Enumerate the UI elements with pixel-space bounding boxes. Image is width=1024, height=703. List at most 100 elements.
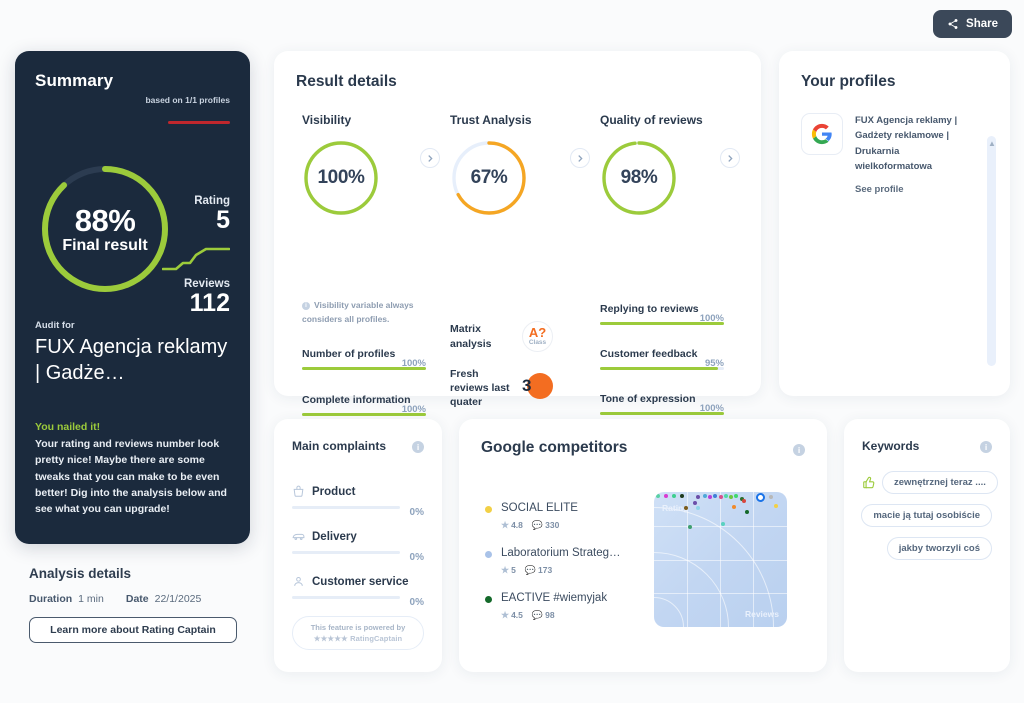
final-result-donut: 88% Final result — [37, 161, 173, 297]
summary-title: Summary — [35, 71, 114, 90]
date-value: 22/1/2025 — [154, 593, 202, 605]
competitors-info-icon[interactable]: i — [793, 444, 805, 456]
rating-value: 5 — [216, 206, 230, 234]
competitors-list: SOCIAL ELITE ★ 4.8 💬 330 Laboratorium Stra… — [485, 501, 621, 636]
nailed-title: You nailed it! — [35, 421, 101, 433]
accent-divider — [168, 121, 230, 124]
your-profiles-title: Your profiles — [801, 73, 896, 90]
date-label: Date — [125, 593, 149, 605]
comment-icon: 💬 — [524, 564, 537, 575]
bar-tone-of-expression: Tone of expression 100% — [600, 393, 724, 415]
scatter-point — [693, 500, 698, 505]
star-icon: ★ — [501, 564, 510, 575]
see-profile-link[interactable]: See profile — [855, 184, 904, 195]
quality-gauge: 98% — [600, 139, 678, 217]
scatter-point-highlight — [755, 492, 765, 502]
matrix-analysis-item: Matrix analysis A? Class — [450, 321, 553, 352]
list-item[interactable]: EACTIVE #wiemyjak ★ 4.5 💬 98 — [485, 591, 621, 621]
chevron-right-icon — [577, 154, 583, 162]
bar-customer-feedback: Customer feedback 95% — [600, 348, 724, 370]
competitor-stats: ★ 5 💬 173 — [501, 565, 621, 576]
powered-line1: This feature is powered by — [310, 622, 406, 632]
bar-pct: 100% — [401, 358, 426, 369]
metric-visibility-label: Visibility — [302, 113, 352, 127]
bar-complete-information: Complete information 100% — [302, 394, 426, 416]
scatter-point — [734, 494, 739, 499]
analysis-details-row: Duration 1 min Date 22/1/2025 — [29, 593, 237, 605]
bar-pct: 95% — [704, 358, 724, 369]
competitor-name: EACTIVE #wiemyjak — [501, 591, 608, 604]
complaint-head: Delivery — [292, 530, 424, 543]
scatter-point — [695, 506, 700, 511]
bar-pct: 100% — [699, 403, 724, 414]
scatter-point — [695, 495, 700, 500]
competitor-name: Laboratorium Strateg… — [501, 546, 621, 559]
keyword-row-3: jakby tworzyli coś — [862, 537, 992, 560]
van-icon — [292, 533, 305, 541]
complaint-customer-service: Customer service 0% — [292, 575, 424, 608]
bar-fill — [600, 367, 718, 370]
competitor-color-dot — [485, 506, 492, 513]
keyword-row-2: macie ją tutaj osobiście — [861, 504, 992, 527]
keyword-chip[interactable]: zewnętrznej teraz .... — [882, 471, 998, 494]
google-competitors-title: Google competitors — [481, 439, 628, 456]
reviews-sparkline — [162, 247, 230, 271]
keyword-chip[interactable]: macie ją tutaj osobiście — [861, 504, 992, 527]
metric-quality-label: Quality of reviews — [600, 113, 703, 127]
profile-row: FUX Agencja reklamy | Gadżety reklamowe … — [801, 113, 988, 197]
trust-gauge-value: 67% — [470, 167, 508, 188]
bar-pct: 100% — [401, 404, 426, 415]
complaint-head: Product — [292, 485, 424, 498]
share-icon — [948, 19, 958, 29]
scatter-point — [729, 495, 734, 500]
share-button[interactable]: Share — [933, 10, 1012, 38]
summary-card: Summary based on 1/1 profiles 88% Final … — [15, 51, 250, 544]
scatter-point — [707, 495, 712, 500]
thumbs-up-icon — [863, 476, 875, 488]
complaint-head: Customer service — [292, 575, 424, 588]
dashboard-page: Share Summary based on 1/1 profiles 88% … — [0, 0, 1024, 703]
scatter-point — [745, 510, 750, 515]
info-icon: i — [302, 302, 310, 310]
fresh-reviews-count: 3 — [522, 375, 532, 395]
reviews-kpi: Reviews 112 — [184, 278, 230, 316]
google-logo-icon — [811, 123, 832, 145]
learn-more-rating-captain-button[interactable]: Learn more about Rating Captain — [29, 617, 237, 643]
complaint-product: Product 0% — [292, 485, 424, 518]
competitor-rating: ★ 5 — [501, 564, 516, 575]
main-complaints-panel: Main complaints i Product 0% Delivery 0% — [274, 419, 442, 672]
scatter-point — [723, 494, 728, 499]
scatter-point — [713, 494, 718, 499]
keywords-info-icon[interactable]: i — [980, 441, 992, 453]
trust-expand-button[interactable] — [570, 148, 590, 168]
competitors-scatter-chart: Rating Reviews — [654, 492, 787, 627]
scatter-point — [679, 494, 684, 499]
main-complaints-info-icon[interactable]: i — [412, 441, 424, 453]
scatter-point — [687, 525, 692, 530]
metric-quality: Quality of reviews 98% — [600, 113, 703, 217]
keyword-row-1: zewnętrznej teraz .... — [862, 471, 998, 494]
chevron-right-icon — [427, 154, 433, 162]
competitor-name: SOCIAL ELITE — [501, 502, 578, 514]
person-icon — [294, 577, 303, 586]
profiles-scrollbar[interactable]: ▲ — [987, 136, 996, 366]
quality-gauge-value: 98% — [620, 167, 658, 188]
donut-center: 88% Final result — [37, 161, 173, 297]
competitor-stats: ★ 4.5 💬 98 — [501, 610, 607, 621]
scatter-point — [769, 495, 774, 500]
complaint-track — [292, 596, 400, 599]
audit-business-name: FUX Agencja reklamy | Gadże… — [35, 336, 228, 384]
scatter-point — [718, 495, 723, 500]
fresh-reviews-badge: 3 — [522, 372, 553, 404]
list-item[interactable]: Laboratorium Strateg… ★ 5 💬 173 — [485, 546, 621, 576]
complaint-label: Customer service — [312, 575, 409, 588]
scatter-point — [742, 499, 747, 504]
competitor-info: Laboratorium Strateg… ★ 5 💬 173 — [501, 546, 621, 576]
keyword-chip[interactable]: jakby tworzyli coś — [886, 537, 992, 560]
scatter-point — [731, 504, 736, 509]
result-details-panel: Result details Visibility 100% Trust Ana… — [274, 51, 761, 416]
list-item[interactable]: SOCIAL ELITE ★ 4.8 💬 330 — [485, 501, 621, 531]
visibility-expand-button[interactable] — [420, 148, 440, 168]
keywords-title: Keywords — [862, 439, 920, 453]
quality-expand-button[interactable] — [720, 148, 740, 168]
